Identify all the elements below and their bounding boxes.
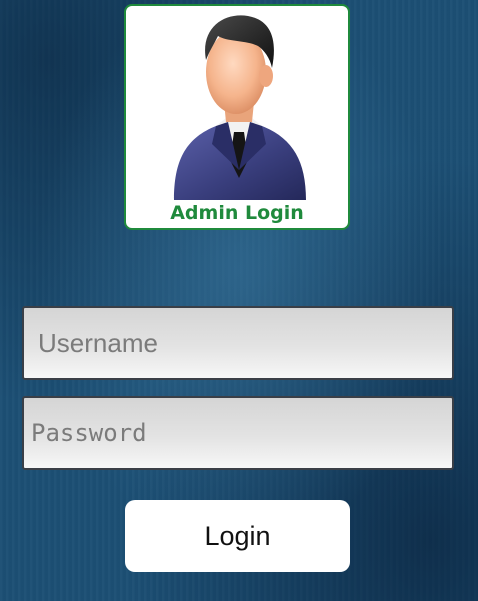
admin-avatar-icon (174, 15, 306, 200)
logo-caption: Admin Login (170, 202, 304, 224)
admin-login-logo: Admin Login (124, 4, 350, 230)
username-field[interactable] (22, 306, 454, 380)
login-button[interactable]: Login (125, 500, 350, 572)
password-field[interactable] (22, 396, 454, 470)
password-input[interactable] (24, 398, 452, 468)
admin-login-screen: Admin Login Login (0, 0, 478, 601)
username-input[interactable] (24, 308, 452, 378)
